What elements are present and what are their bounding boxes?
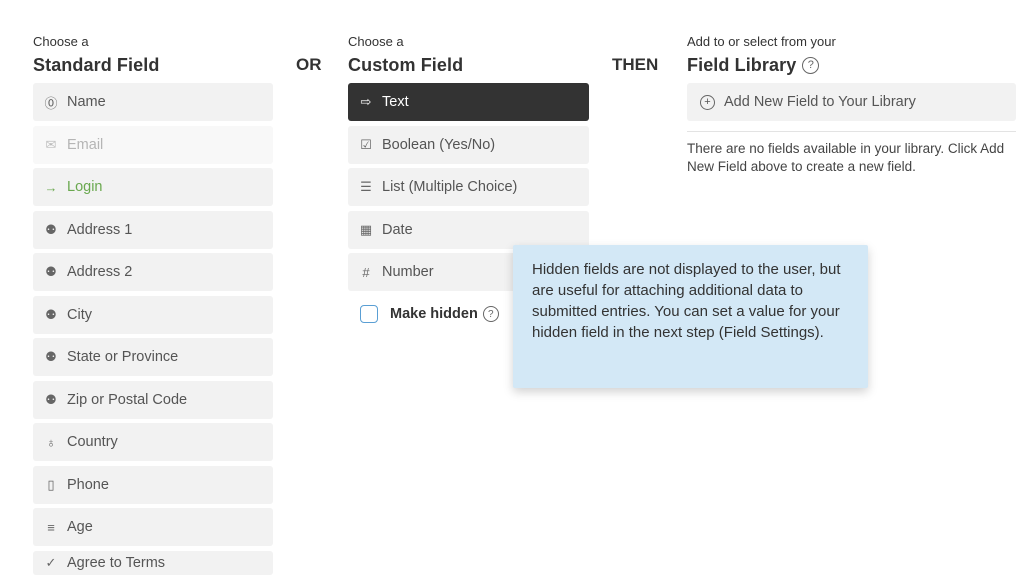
custom-field-text[interactable]: ⇨ Text xyxy=(348,83,589,121)
custom-field-heading: Custom Field xyxy=(348,55,464,75)
standard-field-email[interactable]: ✉ Email xyxy=(33,125,273,164)
standard-field-agree-terms[interactable]: ✓ Agree to Terms xyxy=(33,550,273,575)
calendar-icon: ▦ xyxy=(359,221,373,237)
standard-field-state[interactable]: ⚉ State or Province xyxy=(33,338,273,376)
help-icon[interactable]: ? xyxy=(482,306,499,322)
field-label: Agree to Terms xyxy=(67,554,166,571)
library-empty-message: There are no fields available in your li… xyxy=(687,141,1005,174)
checkbox-icon: ☑ xyxy=(360,136,372,152)
library-divider xyxy=(687,131,1016,132)
standard-field-list: ⓪ Name ✉ Email → Login ⚉ Address 1 ⚉ Address … xyxy=(33,83,273,579)
field-label: Country xyxy=(67,434,118,450)
custom-field-date[interactable]: ▦ Date xyxy=(348,210,589,249)
standard-field-address-2[interactable]: ⚉ Address 2 xyxy=(33,253,273,291)
help-icon[interactable]: ? xyxy=(802,56,820,74)
hash-icon: # xyxy=(362,264,370,280)
field-library-heading: Field Library xyxy=(687,55,797,75)
field-label: Name xyxy=(67,94,106,110)
field-label: Date xyxy=(382,221,413,238)
field-label: Phone xyxy=(67,476,109,493)
standard-field-zip[interactable]: ⚉ Zip or Postal Code xyxy=(33,380,273,419)
standard-field-heading: Standard Field xyxy=(33,55,160,75)
standard-field-address-1[interactable]: ⚉ Address 1 xyxy=(33,210,273,249)
field-library-heading-row: Field Library? xyxy=(687,55,820,76)
checkmark-icon: ✓ xyxy=(45,554,57,570)
map-pin-icon: ⚉ xyxy=(45,306,57,322)
map-pin-icon: ⚉ xyxy=(45,264,57,279)
field-label: Login xyxy=(67,179,103,195)
cake-icon: ≡ xyxy=(47,519,55,535)
field-library-eyebrow: Add to or select from your xyxy=(687,34,836,49)
custom-field-list-choice[interactable]: ☰ List (Multiple Choice) xyxy=(348,168,589,206)
field-label: Address 1 xyxy=(67,221,133,238)
field-label: Text xyxy=(382,94,409,110)
plus-circle-icon: + xyxy=(700,94,715,110)
then-separator: THEN xyxy=(612,55,659,74)
or-separator: OR xyxy=(296,55,322,74)
field-label: Number xyxy=(382,264,434,280)
field-label: Address 2 xyxy=(67,264,133,280)
phone-icon: ▯ xyxy=(47,476,55,492)
field-label: Email xyxy=(67,136,104,153)
globe-icon: ♁ xyxy=(46,434,56,450)
field-label: Age xyxy=(67,519,93,535)
login-arrow-icon: → xyxy=(44,179,58,195)
field-label: List (Multiple Choice) xyxy=(382,179,518,195)
hidden-fields-tooltip: Hidden fields are not displayed to the u… xyxy=(513,245,868,388)
standard-field-country[interactable]: ♁ Country xyxy=(33,423,273,461)
person-circle-icon: ⓪ xyxy=(44,95,58,111)
field-label: State or Province xyxy=(67,349,179,365)
list-icon: ☰ xyxy=(360,179,372,194)
custom-field-boolean[interactable]: ☑ Boolean (Yes/No) xyxy=(348,125,589,164)
make-hidden-checkbox[interactable] xyxy=(360,305,378,323)
field-label: Zip or Postal Code xyxy=(67,391,188,408)
standard-field-login[interactable]: → Login xyxy=(33,168,273,206)
custom-field-eyebrow: Choose a xyxy=(348,34,404,49)
standard-field-name[interactable]: ⓪ Name xyxy=(33,83,273,121)
field-label: Boolean (Yes/No) xyxy=(382,136,496,153)
add-new-field-button[interactable]: + Add New Field to Your Library xyxy=(687,83,1016,121)
map-pin-icon: ⚉ xyxy=(45,391,57,407)
make-hidden-label: Make hidden xyxy=(390,306,478,322)
standard-field-age[interactable]: ≡ Age xyxy=(33,508,273,546)
standard-field-phone[interactable]: ▯ Phone xyxy=(33,465,273,504)
map-pin-icon: ⚉ xyxy=(45,221,57,237)
field-label: City xyxy=(67,306,92,323)
make-hidden-option[interactable]: Make hidden ? xyxy=(360,305,499,323)
standard-field-city[interactable]: ⚉ City xyxy=(33,295,273,334)
standard-field-eyebrow: Choose a xyxy=(33,34,89,49)
map-pin-icon: ⚉ xyxy=(45,349,57,364)
text-field-icon: ⇨ xyxy=(360,94,372,109)
envelope-icon: ✉ xyxy=(45,136,57,152)
add-new-field-label: Add New Field to Your Library xyxy=(724,94,916,110)
